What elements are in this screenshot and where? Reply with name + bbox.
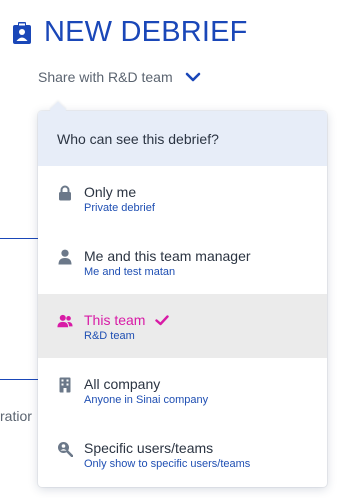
- chevron-down-icon[interactable]: [185, 71, 201, 83]
- visibility-dropdown: Who can see this debrief? Only me Privat…: [38, 101, 327, 487]
- background-partial-text: ratior: [0, 408, 32, 424]
- option-specific-users[interactable]: Specific users/teams Only show to specif…: [38, 422, 327, 486]
- dropdown-header: Who can see this debrief?: [38, 111, 327, 166]
- lock-icon: [57, 185, 73, 201]
- page-header: NEW DEBRIEF: [12, 18, 248, 47]
- user-icon: [57, 249, 73, 265]
- option-title: This team: [84, 312, 146, 328]
- search-user-icon: [57, 441, 73, 457]
- option-only-me[interactable]: Only me Private debrief: [38, 166, 327, 230]
- users-icon: [57, 313, 73, 329]
- page-title: NEW DEBRIEF: [44, 16, 248, 48]
- option-subtitle: Me and test matan: [84, 266, 176, 278]
- option-title: Me and this team manager: [84, 248, 251, 264]
- option-title: Specific users/teams: [84, 440, 214, 456]
- option-this-team[interactable]: This team R&D team: [38, 294, 327, 358]
- option-subtitle: Anyone in Sinai company: [84, 394, 209, 406]
- option-all-company[interactable]: All company Anyone in Sinai company: [38, 358, 327, 422]
- option-subtitle: Private debrief: [84, 202, 155, 214]
- option-title: Only me: [84, 184, 137, 200]
- share-label: Share with R&D team: [38, 69, 173, 85]
- share-dropdown-toggle[interactable]: Share with R&D team: [38, 69, 201, 85]
- option-title: All company: [84, 376, 161, 392]
- badge-icon: [12, 21, 34, 45]
- option-subtitle: Only show to specific users/teams: [84, 458, 251, 470]
- option-me-and-manager[interactable]: Me and this team manager Me and test mat…: [38, 230, 327, 294]
- checkmark-icon: [155, 314, 170, 326]
- building-icon: [57, 377, 73, 393]
- option-subtitle: R&D team: [84, 330, 135, 342]
